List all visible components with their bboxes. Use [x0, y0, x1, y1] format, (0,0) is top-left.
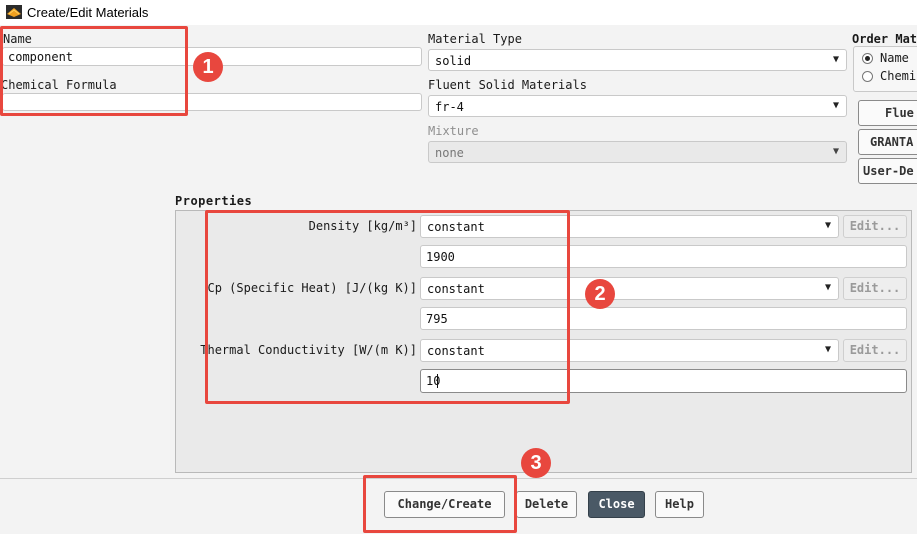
close-button[interactable]: Close [588, 491, 645, 518]
fluent-app-icon [6, 5, 22, 19]
annotation-badge-1: 1 [193, 52, 223, 82]
delete-button[interactable]: Delete [516, 491, 577, 518]
chevron-down-icon: ▼ [824, 282, 831, 293]
chevron-down-icon: ▼ [832, 146, 839, 157]
mixture-dropdown: none ▼ [428, 141, 847, 163]
thermal-conductivity-edit-button: Edit... [843, 339, 907, 362]
highlight-box-3 [363, 475, 517, 533]
window-title: Create/Edit Materials [27, 5, 149, 20]
order-by-chemical-radio[interactable] [862, 71, 873, 82]
fluent-solid-materials-value: fr-4 [435, 100, 464, 114]
density-edit-button: Edit... [843, 215, 907, 238]
annotation-badge-2: 2 [585, 279, 615, 309]
order-materials-label: Order Mat [852, 32, 917, 46]
annotation-badge-3: 3 [521, 448, 551, 478]
highlight-box-1 [0, 26, 188, 116]
chevron-down-icon: ▼ [832, 100, 839, 111]
user-defined-database-button[interactable]: User-De [858, 158, 917, 184]
help-button[interactable]: Help [655, 491, 704, 518]
order-by-chemical-label: Chemi [880, 69, 917, 83]
material-type-value: solid [435, 54, 472, 68]
material-type-dropdown[interactable]: solid ▼ [428, 49, 847, 71]
mixture-value: none [435, 146, 464, 160]
granta-database-button[interactable]: GRANTA [858, 129, 917, 155]
order-by-name-radio[interactable] [862, 53, 873, 64]
chevron-down-icon: ▼ [832, 54, 839, 65]
order-by-name-label: Name [880, 51, 909, 65]
chevron-down-icon: ▼ [824, 344, 831, 355]
properties-title: Properties [175, 194, 253, 208]
fluent-database-button[interactable]: Flue [858, 100, 917, 126]
fluent-solid-materials-label: Fluent Solid Materials [428, 78, 587, 92]
cp-edit-button: Edit... [843, 277, 907, 300]
title-bar: Create/Edit Materials [0, 0, 917, 25]
material-type-label: Material Type [428, 32, 522, 46]
chevron-down-icon: ▼ [824, 220, 831, 231]
mixture-label: Mixture [428, 124, 479, 138]
fluent-solid-materials-dropdown[interactable]: fr-4 ▼ [428, 95, 847, 117]
highlight-box-2 [205, 210, 570, 404]
